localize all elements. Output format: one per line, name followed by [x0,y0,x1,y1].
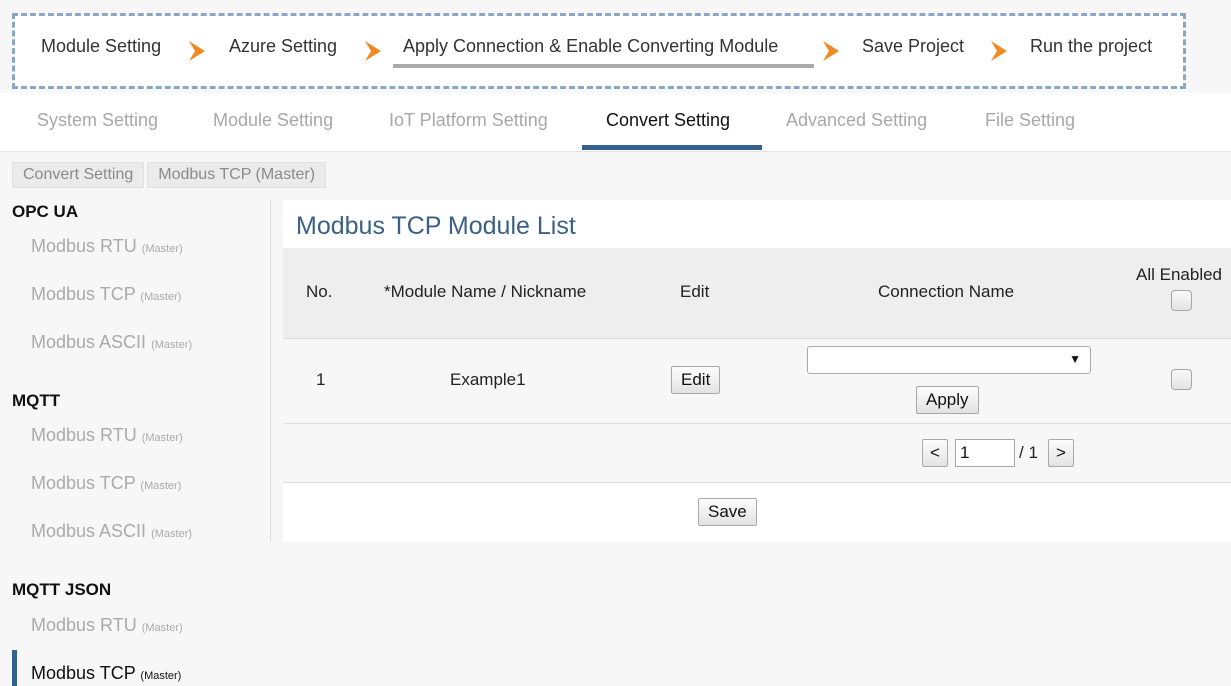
sidebar-item-label: Modbus TCP [31,663,136,683]
chevron-right-icon [989,40,1009,62]
sidebar-item-sub: (Master) [140,480,182,492]
row-enabled-checkbox[interactable] [1171,369,1192,390]
breadcrumb-item-modbus-tcp: Modbus TCP (Master) [147,162,327,188]
sidebar-item-sub: (Master) [140,670,182,682]
page-number-input[interactable] [955,439,1015,467]
next-page-button[interactable]: > [1048,439,1074,467]
column-header-all-enabled: All Enabled [1136,265,1223,284]
sidebar-heading-mqtt-json: MQTT JSON [12,580,112,599]
wizard-current-step-underline [393,64,814,68]
sidebar-item-mqtt-modbus-ascii[interactable]: Modbus ASCII (Master) [31,521,192,542]
sidebar-item-mqttjson-modbus-tcp[interactable]: Modbus TCP (Master) [31,663,181,684]
edit-button[interactable]: Edit [671,366,721,394]
chevron-right-icon [821,40,841,62]
page-total: / 1 [1019,443,1038,462]
chevron-right-icon [187,40,207,62]
tab-module-setting[interactable]: Module Setting [213,110,333,131]
wizard-step-save-project[interactable]: Save Project [862,36,964,57]
column-header-no: No. [306,282,333,301]
wizard-step-apply-connection[interactable]: Apply Connection & Enable Converting Mod… [403,36,778,57]
sidebar-item-label: Modbus ASCII [31,332,147,352]
sidebar-item-label: Modbus RTU [31,236,137,256]
sidebar-item-mqttjson-modbus-rtu[interactable]: Modbus RTU (Master) [31,615,183,636]
wizard-step-run-project[interactable]: Run the project [1030,36,1152,57]
wizard-step-azure-setting[interactable]: Azure Setting [229,36,337,57]
sidebar-active-indicator [12,650,17,686]
sidebar-item-sub: (Master) [141,432,183,444]
chevron-right-icon [363,40,383,62]
active-tab-indicator [582,145,762,150]
sidebar-item-opcua-modbus-ascii[interactable]: Modbus ASCII (Master) [31,332,192,353]
breadcrumb: Convert Setting Modbus TCP (Master) [12,162,327,188]
wizard-step-module-setting[interactable]: Module Setting [41,36,161,57]
sidebar-item-label: Modbus TCP [31,284,136,304]
apply-button[interactable]: Apply [916,386,979,414]
page-title: Modbus TCP Module List [296,212,576,240]
sidebar-heading-mqtt: MQTT [12,391,61,410]
sidebar-item-mqtt-modbus-tcp[interactable]: Modbus TCP (Master) [31,473,181,494]
sidebar-item-label: Modbus TCP [31,473,136,493]
sidebar-item-sub: (Master) [151,528,193,540]
sidebar-heading-opc-ua: OPC UA [12,202,79,221]
sidebar-item-sub: (Master) [141,622,183,634]
sidebar-item-sub: (Master) [141,243,183,255]
pagination-row [283,424,1231,483]
table-header: No. *Module Name / Nickname Edit Connect… [283,248,1231,339]
column-header-edit: Edit [680,282,710,301]
sidebar-item-sub: (Master) [140,291,182,303]
prev-page-button[interactable]: < [922,439,948,467]
save-button[interactable]: Save [698,498,757,526]
all-enabled-checkbox[interactable] [1171,290,1192,311]
tab-file-setting[interactable]: File Setting [985,110,1075,131]
sidebar-item-mqtt-modbus-rtu[interactable]: Modbus RTU (Master) [31,425,183,446]
tab-advanced-setting[interactable]: Advanced Setting [786,110,927,131]
sidebar-item-label: Modbus RTU [31,425,137,445]
breadcrumb-item-convert-setting[interactable]: Convert Setting [12,162,145,188]
sidebar-item-sub: (Master) [151,339,193,351]
wizard-steps: Module Setting Azure Setting Apply Conne… [12,13,1186,89]
tab-convert-setting[interactable]: Convert Setting [606,110,730,131]
sidebar-item-opcua-modbus-tcp[interactable]: Modbus TCP (Master) [31,284,181,305]
sidebar-item-label: Modbus RTU [31,615,137,635]
tab-system-setting[interactable]: System Setting [37,110,158,131]
sidebar-item-label: Modbus ASCII [31,521,147,541]
main-tabs: System Setting Module Setting IoT Platfo… [0,93,1231,152]
cell-no: 1 [316,370,326,389]
tab-iot-platform-setting[interactable]: IoT Platform Setting [389,110,548,131]
cell-module-name: Example1 [450,370,526,389]
connection-name-select[interactable]: ▼ [807,346,1091,374]
sidebar-divider [270,200,271,542]
sidebar-item-opcua-modbus-rtu[interactable]: Modbus RTU (Master) [31,236,183,257]
column-header-module-name: *Module Name / Nickname [384,282,587,301]
column-header-connection-name: Connection Name [878,282,1015,301]
dropdown-caret-icon: ▼ [1069,352,1081,366]
